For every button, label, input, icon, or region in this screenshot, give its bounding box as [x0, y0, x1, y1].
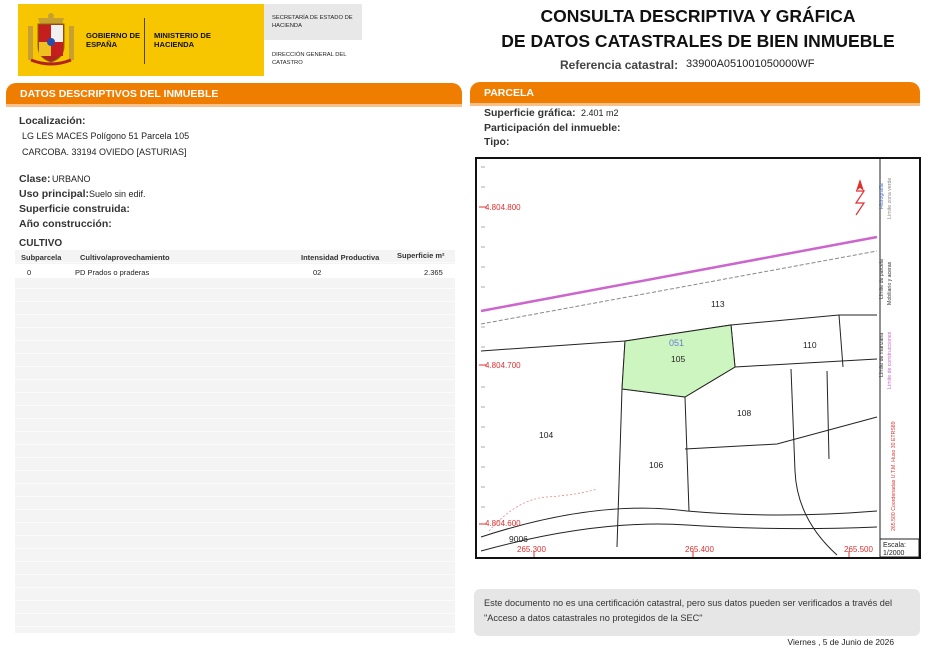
legend-mobiliario: Mobiliario y aceras: [887, 261, 893, 305]
localizacion-label: Localización:: [19, 115, 86, 127]
clase-value: URBANO: [52, 174, 91, 184]
disclaimer-notice: Este documento no es una certificación c…: [474, 589, 920, 636]
ministerio-label: MINISTERIO DE HACIENDA: [154, 31, 211, 49]
legend-hidrografia: Hidrografía: [879, 183, 885, 209]
legend-limite-parcela: Límite de parcela: [879, 259, 885, 299]
coord-y-4804600: 4.804.600: [485, 519, 521, 528]
logo-divider: [144, 18, 145, 64]
direccion-label: DIRECCIÓN GENERAL DEL CATASTRO: [272, 52, 347, 66]
referencia-value: 33900A051001050000WF: [686, 58, 815, 70]
clase-label: Clase:: [19, 173, 51, 185]
coord-x-265500: 265.500: [844, 545, 873, 554]
uso-principal-value: Suelo sin edif.: [89, 189, 146, 199]
cadastral-map[interactable]: 4.804.800 4.804.700 4.804.600 265.300 26…: [475, 157, 921, 559]
th-intensidad: Intensidad Productiva: [301, 253, 380, 262]
cultivo-table: [15, 250, 455, 633]
localizacion-line2: CARCOBA. 33194 OVIEDO [ASTURIAS]: [22, 147, 187, 157]
cultivo-title: CULTIVO: [19, 238, 63, 249]
gobierno-label: GOBIERNO DE ESPAÑA: [86, 31, 141, 49]
parcel-110-label: 110: [803, 340, 817, 350]
map-left-ticks: [481, 166, 485, 508]
td-cultivo: PD Prados o praderas: [75, 268, 150, 277]
government-logo: GOBIERNO DE ESPAÑA MINISTERIO DE HACIEND…: [18, 4, 362, 76]
coat-of-arms-icon: [28, 13, 74, 66]
datos-descriptivos-header: DATOS DESCRIPTIVOS DEL INMUEBLE: [6, 83, 462, 107]
participacion-label: Participación del inmueble:: [484, 122, 621, 134]
legend-limite-construcciones: Límite de construcciones: [887, 331, 893, 389]
uso-principal-label: Uso principal:: [19, 188, 90, 200]
legend-limite-manzana: Límite de manzana: [879, 332, 885, 377]
parcel-104-label: 104: [539, 430, 554, 440]
td-subparcela: 0: [27, 268, 32, 277]
coord-x-265400: 265.400: [685, 545, 714, 554]
th-superficie: Superficie m²: [397, 251, 445, 260]
parcel-105-label: 105: [671, 354, 686, 364]
north-arrow-icon: [854, 179, 866, 216]
superficie-grafica-label: Superficie gráfica:: [484, 107, 576, 119]
td-intensidad: 02: [313, 268, 322, 277]
localizacion-line1: LG LES MACES Polígono 51 Parcela 105: [22, 131, 190, 141]
parcel-108-label: 108: [737, 408, 752, 418]
map-drawing: [479, 159, 919, 557]
coord-y-4804700: 4.804.700: [485, 361, 521, 370]
parcel-9006-label: 9006: [509, 534, 528, 544]
th-subparcela: Subparcela: [21, 253, 62, 262]
superficie-grafica-value: 2.401 m2: [581, 108, 619, 118]
referencia-label: Referencia catastral:: [560, 58, 679, 72]
scale-value: 1/2000: [883, 550, 905, 557]
document-title-line1: CONSULTA DESCRIPTIVA Y GRÁFICA: [540, 6, 856, 26]
parcela-header: PARCELA: [470, 82, 920, 106]
td-superficie: 2.365: [424, 268, 443, 277]
coord-x-265300: 265.300: [517, 545, 546, 554]
zona-verde-line: [480, 250, 878, 325]
parcel-113-label: 113: [711, 299, 725, 309]
map-legend: Hidrografía Límite zona verde Límite de …: [879, 159, 919, 539]
scale-label: Escala:: [883, 542, 906, 549]
anio-construccion-label: Año construcción:: [19, 218, 112, 230]
secretaria-label: SECRETARÍA DE ESTADO DE HACIENDA: [272, 15, 353, 29]
parcel-106-label: 106: [649, 460, 664, 470]
document-title-line2: DE DATOS CATASTRALES DE BIEN INMUEBLE: [501, 31, 895, 51]
superficie-construida-label: Superficie construida:: [19, 203, 130, 215]
parcel-code-label: 051: [669, 338, 685, 348]
th-cultivo: Cultivo/aprovechamiento: [80, 253, 170, 262]
legend-zona-verde: Límite zona verde: [887, 177, 893, 219]
hidrografia-line: [480, 235, 878, 313]
utm-label: 265.500 Coordenadas U.T.M. Huso 30 ETRS8…: [891, 421, 897, 531]
footer-date: Viernes , 5 de Junio de 2026: [787, 637, 894, 647]
tipo-label: Tipo:: [484, 136, 510, 148]
coord-y-4804800: 4.804.800: [485, 203, 521, 212]
